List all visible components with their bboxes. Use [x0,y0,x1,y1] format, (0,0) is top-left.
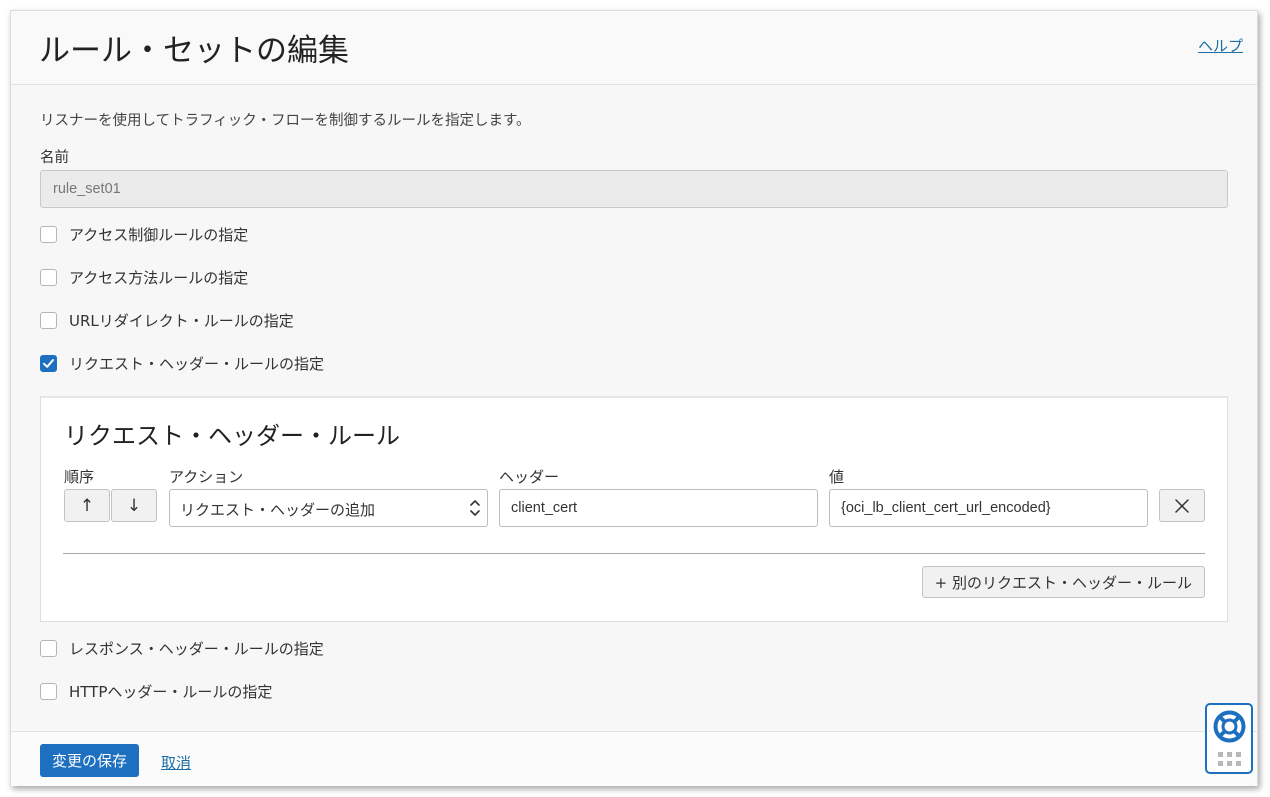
header-input[interactable] [499,489,818,527]
move-up-button[interactable]: ↑ [64,489,110,522]
add-request-header-rule-button[interactable]: + 別のリクエスト・ヘッダー・ルール [921,566,1205,598]
value-input[interactable] [829,489,1148,527]
checkbox-box[interactable] [40,226,57,243]
arrow-down-icon: ↓ [126,495,142,516]
action-select-value: リクエスト・ヘッダーの追加 [180,501,376,519]
action-column-label: アクション [169,468,244,486]
checkbox-label: アクセス方法ルールの指定 [69,269,249,287]
grip-icon [1218,752,1241,766]
cancel-link[interactable]: 取消 [161,752,191,773]
header-column-label: ヘッダー [499,468,560,486]
checkbox-url-redirect[interactable]: URLリダイレクト・ルールの指定 [40,310,294,331]
dialog-header: ルール・セットの編集 ヘルプ [11,11,1257,85]
arrow-up-icon: ↑ [79,495,95,516]
remove-rule-button[interactable] [1159,489,1205,522]
checkbox-box[interactable] [40,269,57,286]
save-changes-button[interactable]: 変更の保存 [40,744,140,777]
checkbox-box-checked[interactable] [40,355,57,372]
chevron-updown-icon [470,500,480,516]
checkbox-box[interactable] [40,640,57,657]
checkbox-label: HTTPヘッダー・ルールの指定 [69,683,273,701]
checkbox-http-header[interactable]: HTTPヘッダー・ルールの指定 [40,681,272,702]
checkbox-label: リクエスト・ヘッダー・ルールの指定 [69,355,325,373]
checkbox-box[interactable] [40,683,57,700]
card-divider [63,553,1205,554]
action-select[interactable]: リクエスト・ヘッダーの追加 [169,489,488,527]
page-title: ルール・セットの編集 [39,33,349,69]
edit-rule-set-dialog: ルール・セットの編集 ヘルプ リスナーを使用してトラフィック・フローを制御するル… [10,10,1258,786]
form-description: リスナーを使用してトラフィック・フローを制御するルールを指定します。 [40,113,531,129]
name-input[interactable] [40,170,1228,208]
request-header-rule-card: リクエスト・ヘッダー・ルール 順序 アクション ヘッダー 値 ↑ ↓ リクエスト… [40,396,1228,622]
checkbox-label: レスポンス・ヘッダー・ルールの指定 [69,640,324,658]
checkbox-access-method[interactable]: アクセス方法ルールの指定 [40,267,248,288]
help-widget-button[interactable] [1205,703,1253,774]
checkbox-label: アクセス制御ルールの指定 [69,226,249,244]
value-column-label: 値 [829,468,845,486]
card-title: リクエスト・ヘッダー・ルール [64,422,400,450]
order-column-label: 順序 [64,468,95,486]
close-icon [1175,498,1189,513]
checkbox-response-header[interactable]: レスポンス・ヘッダー・ルールの指定 [40,638,324,659]
lifebuoy-icon [1213,710,1246,743]
help-link[interactable]: ヘルプ [1198,35,1243,56]
checkbox-box[interactable] [40,312,57,329]
name-label: 名前 [40,150,69,166]
checkmark-icon [43,359,54,368]
dialog-footer: 変更の保存 取消 [11,731,1257,786]
checkbox-access-control[interactable]: アクセス制御ルールの指定 [40,224,248,245]
checkbox-request-header[interactable]: リクエスト・ヘッダー・ルールの指定 [40,353,324,374]
move-down-button[interactable]: ↓ [111,489,157,522]
checkbox-label: URLリダイレクト・ルールの指定 [69,312,294,330]
